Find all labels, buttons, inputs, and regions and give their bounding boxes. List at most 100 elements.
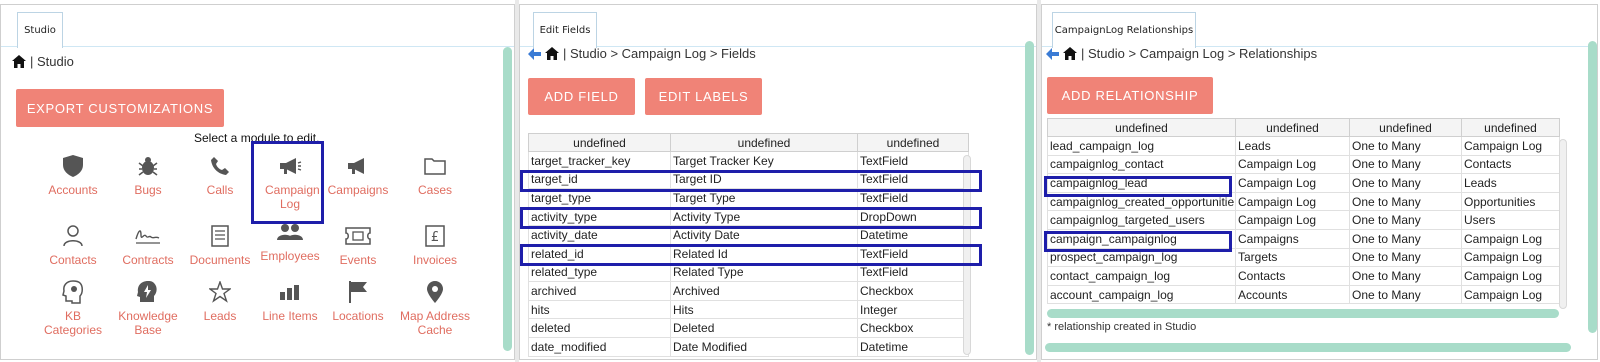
phone-icon bbox=[211, 157, 229, 175]
breadcrumb: | Studio bbox=[12, 54, 74, 69]
field-name[interactable]: deleted bbox=[528, 318, 671, 338]
column-header[interactable]: undefined bbox=[1349, 118, 1462, 137]
module-map-address-cache[interactable]: Map Address Cache bbox=[396, 279, 474, 337]
module-calls[interactable]: Calls bbox=[181, 153, 259, 197]
field-type: Integer bbox=[857, 299, 969, 320]
relationship-type: One to Many bbox=[1349, 154, 1462, 175]
relationships-table: undefined undefined undefined undefined … bbox=[1047, 118, 1560, 305]
table-scrollbar[interactable] bbox=[1559, 139, 1567, 309]
module-locations[interactable]: Locations bbox=[319, 279, 397, 323]
field-label: Deleted bbox=[670, 318, 858, 338]
module-knowledge-base[interactable]: Knowledge Base bbox=[109, 279, 187, 337]
document-icon bbox=[211, 225, 229, 247]
add-relationship-button[interactable]: ADD RELATIONSHIP bbox=[1047, 77, 1213, 114]
table-row[interactable]: campaignlog_targeted_users Campaign Log On… bbox=[1047, 210, 1560, 230]
module-label: Locations bbox=[332, 309, 384, 323]
module-cases[interactable]: Cases bbox=[396, 153, 474, 197]
screenshot-collage: Studio | Studio EXPORT CUSTOMIZATIONS Se… bbox=[0, 0, 1600, 362]
tab-campaignlog-relationships[interactable]: CampaignLog Relationships bbox=[1052, 12, 1196, 48]
module-bugs[interactable]: Bugs bbox=[109, 153, 187, 197]
field-name[interactable]: archived bbox=[528, 281, 671, 301]
primary-module: Accounts bbox=[1235, 284, 1350, 305]
primary-module: Campaign Log bbox=[1235, 154, 1350, 175]
map-pin-icon bbox=[427, 281, 443, 303]
table-row[interactable]: campaignlog_contact Campaign Log One to Ma… bbox=[1047, 154, 1560, 175]
field-name[interactable]: date_modified bbox=[528, 336, 671, 357]
module-kb-categories[interactable]: KB Categories bbox=[34, 279, 112, 337]
breadcrumb-text: | Studio > Campaign Log > Fields bbox=[563, 46, 756, 61]
relationship-name[interactable]: account_campaign_log bbox=[1047, 284, 1236, 305]
back-arrow-icon[interactable] bbox=[1046, 47, 1059, 60]
module-employees[interactable]: Employees bbox=[251, 219, 329, 263]
module-line-items[interactable]: Line Items bbox=[251, 279, 329, 323]
column-header[interactable]: undefined bbox=[857, 133, 969, 152]
edit-labels-button[interactable]: EDIT LABELS bbox=[645, 78, 762, 115]
pound-icon: £ bbox=[425, 225, 445, 247]
export-customizations-button[interactable]: EXPORT CUSTOMIZATIONS bbox=[16, 89, 224, 127]
related-module: Campaign Log bbox=[1461, 136, 1560, 156]
tab-studio[interactable]: Studio bbox=[17, 12, 63, 48]
back-arrow-icon[interactable] bbox=[528, 47, 541, 60]
home-icon[interactable] bbox=[1063, 47, 1077, 60]
primary-module: Campaign Log bbox=[1235, 191, 1350, 212]
add-field-button[interactable]: ADD FIELD bbox=[528, 78, 635, 115]
related-module: Opportunities bbox=[1461, 191, 1560, 212]
field-name[interactable]: hits bbox=[528, 299, 671, 320]
table-row[interactable]: contact_campaign_log Contacts One to Many C… bbox=[1047, 266, 1560, 286]
table-row[interactable]: archived Archived Checkbox bbox=[528, 281, 969, 301]
module-label: Contracts bbox=[122, 253, 174, 267]
module-invoices[interactable]: £ Invoices bbox=[396, 223, 474, 267]
related-module: Campaign Log bbox=[1461, 228, 1560, 249]
column-header[interactable]: undefined bbox=[1235, 118, 1350, 137]
ticket-icon bbox=[345, 227, 371, 245]
table-row[interactable]: lead_campaign_log Leads One to Many Campaig… bbox=[1047, 136, 1560, 156]
campaign-campaignlog-highlight bbox=[1044, 231, 1232, 252]
vertical-scrollbar[interactable] bbox=[1025, 41, 1034, 355]
module-contacts[interactable]: Contacts bbox=[34, 223, 112, 267]
related-module: Leads bbox=[1461, 173, 1560, 193]
fields-tabbar: Edit Fields bbox=[520, 5, 1036, 48]
relationship-name[interactable]: contact_campaign_log bbox=[1047, 266, 1236, 286]
field-label: Hits bbox=[670, 299, 858, 320]
primary-module: Targets bbox=[1235, 247, 1350, 268]
relationship-type: One to Many bbox=[1349, 173, 1462, 193]
home-icon[interactable] bbox=[12, 55, 26, 68]
studio-relationship-footnote: * relationship created in Studio bbox=[1047, 321, 1197, 333]
table-horizontal-scrollbar[interactable] bbox=[1047, 309, 1559, 318]
module-accounts[interactable]: Accounts bbox=[34, 153, 112, 197]
module-documents[interactable]: Documents bbox=[181, 223, 259, 267]
column-header[interactable]: undefined bbox=[1047, 118, 1236, 137]
relationship-name[interactable]: lead_campaign_log bbox=[1047, 136, 1236, 156]
table-row[interactable]: account_campaign_log Accounts One to Many C… bbox=[1047, 284, 1560, 305]
table-row[interactable]: target_tracker_key Target Tracker Key Text… bbox=[528, 151, 969, 171]
module-label: Events bbox=[339, 253, 377, 267]
table-row[interactable]: date_modified Date Modified Datetime bbox=[528, 336, 969, 357]
relationships-tabbar: CampaignLog Relationships bbox=[1042, 5, 1597, 48]
module-events[interactable]: Events bbox=[319, 223, 397, 267]
module-leads[interactable]: Leads bbox=[181, 279, 259, 323]
column-header[interactable]: undefined bbox=[528, 133, 671, 152]
relationship-name[interactable]: campaignlog_targeted_users bbox=[1047, 210, 1236, 230]
column-header[interactable]: undefined bbox=[670, 133, 858, 152]
studio-panel: Studio | Studio EXPORT CUSTOMIZATIONS Se… bbox=[0, 4, 515, 360]
tab-edit-fields[interactable]: Edit Fields bbox=[533, 12, 597, 48]
module-label: Bugs bbox=[134, 183, 162, 197]
table-row[interactable]: deleted Deleted Checkbox bbox=[528, 318, 969, 338]
home-icon[interactable] bbox=[545, 47, 559, 60]
module-campaigns[interactable]: Campaigns bbox=[319, 153, 397, 197]
vertical-scrollbar[interactable] bbox=[503, 47, 512, 351]
module-contracts[interactable]: Contracts bbox=[109, 223, 187, 267]
vertical-scrollbar[interactable] bbox=[1588, 41, 1597, 333]
table-row[interactable]: hits Hits Integer bbox=[528, 299, 969, 320]
column-header[interactable]: undefined bbox=[1461, 118, 1560, 137]
module-label: Leads bbox=[203, 309, 237, 323]
horizontal-scrollbar[interactable] bbox=[1045, 343, 1571, 352]
edit-fields-panel: Edit Fields | Studio > Campaign Log > Fi… bbox=[519, 4, 1037, 360]
relationship-name[interactable]: campaignlog_contact bbox=[1047, 154, 1236, 175]
field-type: Checkbox bbox=[857, 318, 969, 338]
table-header-row: undefined undefined undefined undefined bbox=[1047, 118, 1560, 137]
field-name[interactable]: target_tracker_key bbox=[528, 151, 671, 171]
field-type: TextField bbox=[857, 151, 969, 171]
breadcrumb-text: | Studio bbox=[30, 54, 74, 69]
svg-text:£: £ bbox=[431, 230, 439, 245]
